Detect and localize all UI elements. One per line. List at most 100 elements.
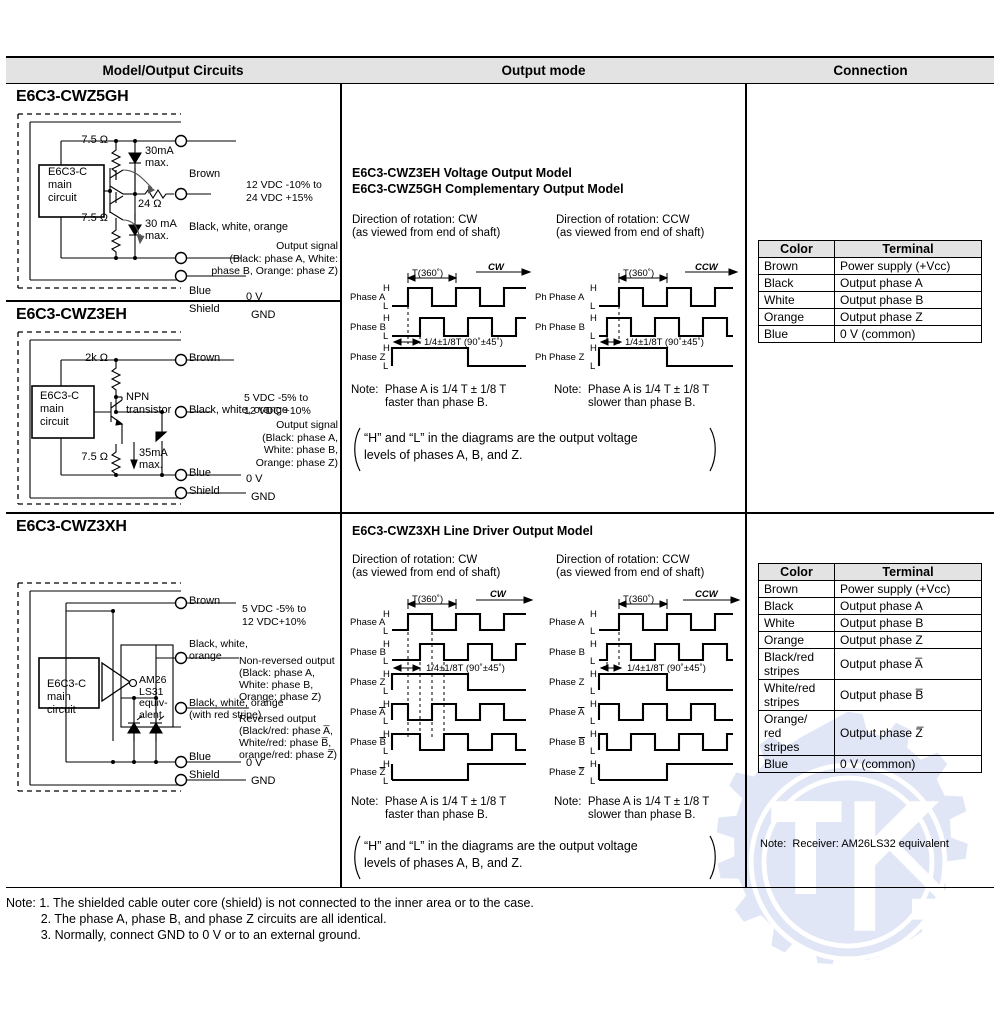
cell-terminal: Output phase Z̅: [834, 710, 982, 756]
table-row: Orange Output phase Z: [758, 308, 982, 326]
svg-text:H: H: [590, 699, 597, 710]
cwz3xh-driver-label: AM26 LS31 equiv- alent: [139, 674, 168, 721]
bottom-note-3: 3. Normally, connect GND to 0 V or to an…: [6, 928, 361, 942]
svg-text:Phase B: Phase B: [549, 647, 585, 658]
block2-direction-arrows: CW CCW: [476, 589, 741, 604]
table-row: White/red stripes Output phase B̅: [758, 679, 982, 711]
cwz3xh-terminal-shield: Shield: [189, 769, 220, 781]
svg-text:L: L: [590, 746, 595, 757]
svg-text:Phase Z: Phase Z: [549, 677, 585, 688]
svg-text:L: L: [590, 301, 595, 312]
th-color: Color: [758, 563, 835, 581]
waveform-ccw-3phase: Phase A Phase B Phase Z HL HL HL T(360˚)…: [549, 262, 739, 372]
svg-text:Phase Z: Phase Z: [549, 767, 585, 778]
cwz3xh-terminal-blue: Blue: [189, 751, 212, 763]
cwz5gh-terminal-blue: Blue: [189, 285, 212, 297]
cwz5gh-terminal-shield: Shield: [189, 303, 220, 315]
svg-text:Phase B: Phase B: [350, 322, 386, 333]
svg-text:H: H: [383, 283, 390, 294]
svg-text:Phase Z: Phase Z: [350, 677, 386, 688]
waveform-cw-6phase: Phase A Phase B Phase Z Phase A Phase B …: [350, 594, 526, 787]
cwz5gh-terminal-signal: Black, white, orange: [189, 221, 289, 233]
cwz5gh-block-label: E6C3-C main circuit: [48, 166, 88, 204]
svg-text:1/4±1/8T (90˚±45˚): 1/4±1/8T (90˚±45˚): [424, 337, 503, 348]
cwz3eh-terminal-brown: Brown: [189, 352, 221, 364]
cwz3xh-blue-desc: 0 V: [246, 757, 263, 769]
svg-text:Phase A: Phase A: [549, 292, 585, 303]
svg-text:H: H: [590, 759, 597, 770]
waveform-cw-3phase: Phase A Phase B Phase Z HL HL HL T(360˚)…: [350, 262, 547, 372]
svg-text:Phase A: Phase A: [350, 707, 386, 718]
svg-text:Phase A: Phase A: [350, 292, 386, 303]
cell-color: Black/red stripes: [758, 648, 835, 680]
table-header-row: Color Terminal: [758, 240, 982, 258]
block1-note-cw: Note: Phase A is 1/4 T ± 1/8 T faster th…: [351, 384, 507, 409]
cwz5gh-signal-desc: Output signal (Black: phase A, White: ph…: [211, 240, 338, 277]
svg-text:Ph: Ph: [535, 352, 547, 363]
cwz3eh-terminal-shield: Shield: [189, 485, 220, 497]
cwz3eh-resistor-2k-label: 2k Ω: [85, 352, 108, 364]
svg-text:Ph: Ph: [535, 322, 547, 333]
cwz3eh-shield-desc: GND: [251, 491, 276, 503]
bottom-notes: Note: 1. The shielded cable outer core (…: [6, 895, 534, 943]
cwz3xh-shield-desc: GND: [251, 775, 276, 787]
cwz5gh-shield-desc: GND: [251, 309, 276, 321]
cwz3eh-terminal-signal: Black, white, orange: [189, 404, 289, 416]
block2-note-ccw: Note: Phase A is 1/4 T ± 1/8 T slower th…: [554, 796, 710, 821]
svg-text:1/4±1/8T (90˚±45˚): 1/4±1/8T (90˚±45˚): [625, 337, 704, 348]
svg-text:T(360˚): T(360˚): [412, 268, 443, 279]
svg-text:H: H: [383, 759, 390, 770]
svg-text:H: H: [383, 343, 390, 354]
svg-text:H: H: [590, 639, 597, 650]
connection-table-1: Color Terminal Brown Power supply (+Vcc)…: [758, 240, 982, 343]
svg-text:H: H: [383, 729, 390, 740]
svg-text:Phase A: Phase A: [549, 707, 585, 718]
cwz5gh-brown-desc: 12 VDC -10% to 24 VDC +15%: [246, 179, 322, 204]
cwz5gh-series-resistor-label: 24 Ω: [138, 198, 162, 210]
table-header-row: Color Terminal: [758, 563, 982, 581]
table-row: Black/red stripes Output phase A̅: [758, 648, 982, 680]
cwz5gh-resistor-top-label: 7.5 Ω: [81, 134, 108, 146]
cwz3eh-transistor-label: NPN transistor: [126, 391, 172, 416]
connection-table-2: Color Terminal Brown Power supply (+Vcc)…: [758, 563, 982, 773]
svg-text:L: L: [383, 331, 388, 342]
svg-text:Phase A: Phase A: [549, 617, 585, 628]
cwz5gh-current-bottom-label: 30 mA max.: [145, 218, 177, 242]
svg-text:Phase B: Phase B: [350, 737, 386, 748]
model-title-cwz5gh: E6C3-CWZ5GH: [16, 88, 129, 105]
header-output-mode: Output mode: [501, 63, 586, 78]
svg-text:CW: CW: [488, 262, 505, 273]
svg-text:L: L: [383, 686, 388, 697]
cell-terminal: 0 V (common): [834, 325, 982, 343]
cwz5gh-current-top-label: 30mA max.: [145, 145, 174, 169]
svg-text:L: L: [590, 626, 595, 637]
table-row: Orange/ red stripes Output phase Z̅: [758, 710, 982, 756]
cell-color: White: [758, 291, 835, 309]
svg-text:CCW: CCW: [695, 589, 719, 600]
cell-terminal: Output phase A̅: [834, 648, 982, 680]
cwz3xh-nonrev-desc: Non-reversed output (Black: phase A, Whi…: [239, 655, 335, 703]
svg-text:H: H: [383, 313, 390, 324]
cell-color: Brown: [758, 257, 835, 275]
output-mode-title-voltage: E6C3-CWZ3EH Voltage Output Model: [352, 166, 572, 180]
block2-hl-note: “H” and “L” in the diagrams are the outp…: [364, 839, 638, 870]
svg-text:L: L: [590, 716, 595, 727]
svg-text:H: H: [383, 699, 390, 710]
cwz3eh-resistor-75-label: 7.5 Ω: [81, 451, 108, 463]
table-row: White Output phase B: [758, 291, 982, 309]
table-row: Orange Output phase Z: [758, 631, 982, 649]
table-row: White Output phase B: [758, 614, 982, 632]
output-mode-title-complementary: E6C3-CWZ5GH Complementary Output Model: [352, 182, 624, 196]
cell-terminal: Output phase Z: [834, 631, 982, 649]
table-row: Brown Power supply (+Vcc): [758, 580, 982, 598]
th-color: Color: [758, 240, 835, 258]
cell-terminal: Output phase B̅: [834, 679, 982, 711]
cwz5gh-blue-desc: 0 V: [246, 291, 263, 303]
svg-text:Phase Z: Phase Z: [350, 767, 386, 778]
cwz3eh-blue-desc: 0 V: [246, 473, 263, 485]
cell-color: Black: [758, 597, 835, 615]
block2-note-cw: Note: Phase A is 1/4 T ± 1/8 T faster th…: [351, 796, 507, 821]
svg-text:L: L: [590, 776, 595, 787]
svg-text:1/4±1/8T (90˚±45˚): 1/4±1/8T (90˚±45˚): [627, 663, 706, 674]
cell-color: Orange: [758, 308, 835, 326]
